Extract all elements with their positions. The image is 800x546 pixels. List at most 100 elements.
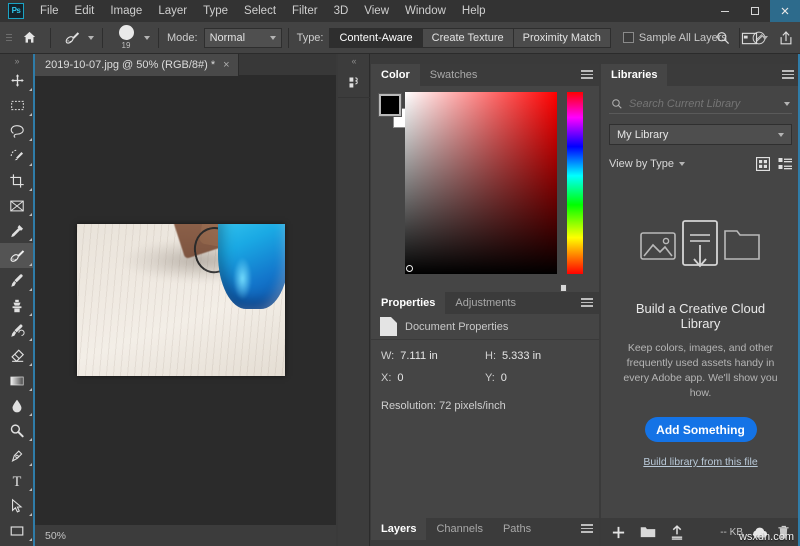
tool-eraser[interactable] — [0, 343, 34, 368]
brush-chevron-down-icon[interactable] — [144, 36, 150, 40]
view-by-type-dropdown[interactable]: View by Type — [609, 158, 685, 170]
hue-slider[interactable] — [567, 92, 583, 274]
tool-brush[interactable] — [0, 268, 34, 293]
tool-history-brush[interactable] — [0, 318, 34, 343]
brush-preview[interactable]: 19 — [111, 25, 141, 50]
properties-panel-menu-icon[interactable] — [581, 298, 593, 307]
sample-all-layers-checkbox-group[interactable]: Sample All Layers — [623, 32, 727, 44]
search-chevron-down-icon[interactable] — [784, 102, 790, 106]
tool-eyedropper[interactable] — [0, 218, 34, 243]
brush-size-picker[interactable]: 19 — [109, 25, 152, 50]
tool-crop[interactable] — [0, 168, 34, 193]
tab-swatches[interactable]: Swatches — [420, 64, 488, 86]
tab-channels[interactable]: Channels — [426, 518, 492, 540]
tool-preset-chevron-down-icon[interactable] — [88, 36, 94, 40]
document-tab[interactable]: 2019-10-07.jpg @ 50% (RGB/8#) * × — [35, 54, 239, 76]
tool-frame[interactable] — [0, 193, 34, 218]
layers-panel-tabs: Layers Channels Paths — [371, 518, 599, 540]
search-input[interactable] — [629, 98, 778, 110]
menu-item-file[interactable]: File — [32, 0, 67, 22]
add-element-icon[interactable] — [611, 525, 626, 540]
tool-pen[interactable] — [0, 443, 34, 468]
active-tool-preset[interactable] — [57, 26, 96, 50]
collapsed-dock-grip[interactable]: ‹‹ — [338, 54, 369, 68]
type-create-texture-button[interactable]: Create Texture — [422, 28, 513, 48]
zoom-level[interactable]: 50% — [45, 530, 66, 542]
new-group-icon[interactable] — [640, 525, 656, 539]
type-proximity-match-button[interactable]: Proximity Match — [513, 28, 611, 48]
y-field[interactable]: Y: 0 — [485, 372, 589, 384]
tool-rectangular-marquee[interactable] — [0, 93, 34, 118]
tool-spot-healing-brush[interactable] — [0, 243, 34, 268]
color-field[interactable] — [405, 92, 557, 274]
layers-panel-menu-icon[interactable] — [581, 524, 593, 533]
grid-view-icon[interactable] — [756, 157, 770, 171]
maximize-button[interactable] — [740, 0, 770, 22]
document-tab-close-icon[interactable]: × — [223, 59, 229, 71]
character-panel-icon[interactable] — [338, 68, 370, 98]
tool-clone-stamp[interactable] — [0, 293, 34, 318]
home-icon[interactable] — [14, 25, 44, 51]
height-field[interactable]: H: 5.333 in — [485, 350, 589, 362]
menu-item-3d[interactable]: 3D — [326, 0, 357, 22]
blend-mode-select[interactable]: Normal — [204, 28, 282, 48]
library-empty-title: Build a Creative Cloud Library — [617, 301, 784, 331]
tool-blur[interactable] — [0, 393, 34, 418]
layers-panel: Layers Channels Paths — [371, 518, 599, 546]
tool-gradient[interactable] — [0, 368, 34, 393]
list-view-icon[interactable] — [778, 157, 792, 171]
foreground-color-swatch[interactable] — [379, 94, 401, 116]
document-canvas[interactable] — [77, 224, 285, 376]
x-field[interactable]: X: 0 — [381, 372, 485, 384]
build-library-link[interactable]: Build library from this file — [617, 456, 784, 468]
tab-layers[interactable]: Layers — [371, 518, 426, 540]
upload-icon[interactable] — [670, 525, 684, 540]
tab-color[interactable]: Color — [371, 64, 420, 86]
tool-type[interactable]: T — [0, 468, 34, 493]
tab-libraries[interactable]: Libraries — [601, 64, 667, 86]
minimize-button[interactable] — [710, 0, 740, 22]
menu-item-select[interactable]: Select — [236, 0, 284, 22]
tool-path-selection[interactable] — [0, 493, 34, 518]
tool-dodge[interactable] — [0, 418, 34, 443]
type-content-aware-button[interactable]: Content-Aware — [329, 28, 421, 48]
search-icon[interactable] — [715, 30, 731, 46]
tool-lasso[interactable] — [0, 118, 34, 143]
menu-item-edit[interactable]: Edit — [67, 0, 103, 22]
color-panel-menu-icon[interactable] — [581, 70, 593, 79]
color-field-cursor[interactable] — [406, 265, 413, 272]
libraries-panel-menu-icon[interactable] — [782, 70, 794, 79]
menu-item-window[interactable]: Window — [397, 0, 454, 22]
options-separator-2 — [102, 28, 103, 48]
tab-adjustments[interactable]: Adjustments — [445, 292, 526, 314]
workspace-switcher[interactable] — [741, 31, 768, 46]
menu-item-image[interactable]: Image — [102, 0, 150, 22]
library-selector[interactable]: My Library — [609, 124, 792, 145]
hue-slider-cursor[interactable] — [560, 284, 567, 292]
menu-item-filter[interactable]: Filter — [284, 0, 326, 22]
tool-expand-triangle — [29, 513, 32, 516]
library-search-row[interactable] — [609, 94, 792, 114]
tools-panel-grip[interactable]: ›› — [0, 54, 33, 68]
menu-item-layer[interactable]: Layer — [150, 0, 195, 22]
menu-item-type[interactable]: Type — [195, 0, 236, 22]
share-icon[interactable] — [778, 30, 794, 46]
add-something-button[interactable]: Add Something — [645, 417, 757, 442]
tool-quick-selection[interactable] — [0, 143, 34, 168]
menu-item-view[interactable]: View — [356, 0, 397, 22]
sample-all-layers-checkbox[interactable] — [623, 32, 634, 43]
tool-rectangle[interactable] — [0, 518, 34, 543]
options-bar-grip[interactable] — [4, 27, 14, 49]
color-panel-tabs: Color Swatches — [371, 64, 599, 86]
menu-item-help[interactable]: Help — [454, 0, 494, 22]
tab-paths[interactable]: Paths — [493, 518, 541, 540]
canvas-area[interactable] — [35, 76, 336, 524]
spot-healing-brush-icon[interactable] — [59, 26, 85, 50]
tool-move[interactable] — [0, 68, 34, 93]
tab-properties[interactable]: Properties — [371, 292, 445, 314]
properties-panel-tabs: Properties Adjustments — [371, 292, 599, 314]
x-label: X: — [381, 372, 391, 384]
width-label: W: — [381, 350, 394, 362]
width-field[interactable]: W: 7.111 in — [381, 350, 485, 362]
close-button[interactable] — [770, 0, 800, 22]
